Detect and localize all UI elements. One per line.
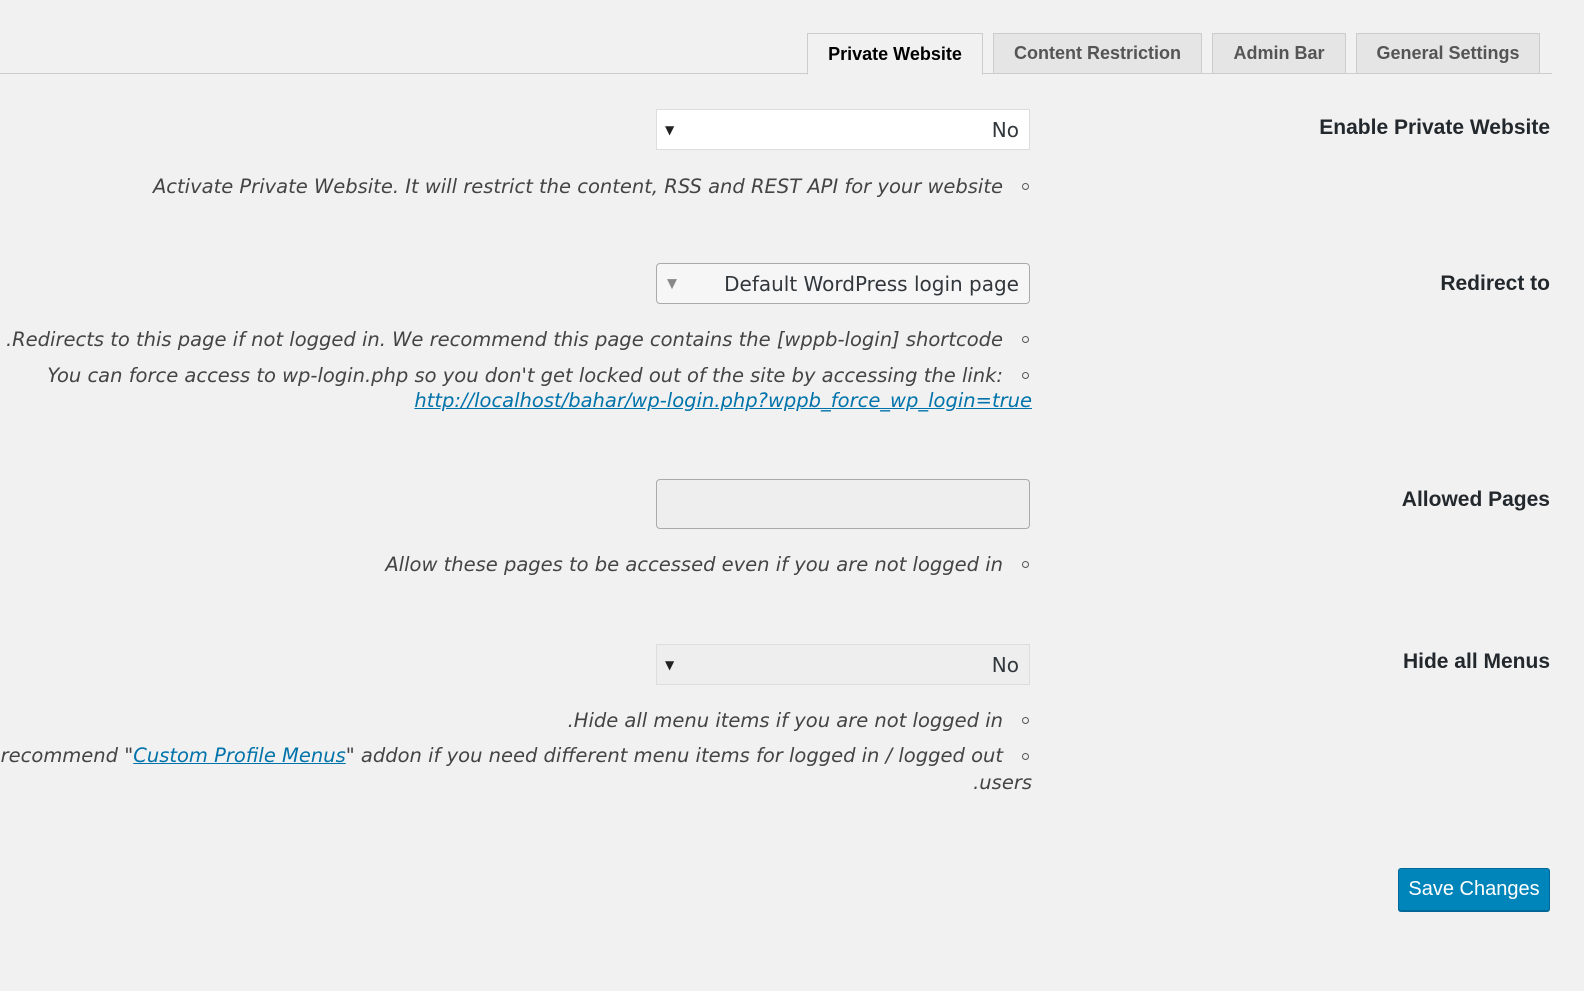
hide-menus-description: .Hide all menu items if you are not logg…: [567, 709, 1003, 732]
tab-private-website[interactable]: Private Website: [807, 33, 983, 75]
tab-admin-bar[interactable]: Admin Bar: [1212, 33, 1346, 73]
hide-menus-value: No: [991, 652, 1019, 677]
allowed-pages-description: Allow these pages to be accessed even if…: [385, 553, 1003, 576]
dropdown-arrow-icon: ▼: [665, 122, 675, 137]
custom-menus-recommendation: We recommend "Custom Profile Menus" addo…: [0, 742, 1003, 769]
allowed-pages-select[interactable]: [656, 479, 1030, 529]
allowed-pages-label: Allowed Pages: [1401, 488, 1550, 511]
enable-private-website-description: Activate Private Website. It will restri…: [152, 175, 1003, 198]
force-login-description: You can force access to wp-login.php so …: [47, 364, 1003, 387]
dropdown-arrow-icon: ▼: [665, 657, 675, 672]
bullet-icon: [1022, 717, 1029, 724]
bullet-icon: [1022, 753, 1029, 760]
hide-menus-select[interactable]: ▼ No: [656, 644, 1030, 685]
tabs-divider: [0, 73, 1552, 74]
tab-general-settings[interactable]: General Settings: [1356, 33, 1540, 73]
hide-menus-label: Hide all Menus: [1402, 650, 1550, 673]
bullet-icon: [1022, 561, 1029, 568]
enable-private-website-value: No: [991, 117, 1019, 142]
recommendation-suffix: " addon if you need different menu items…: [345, 744, 1003, 767]
dropdown-arrow-icon: ▼: [667, 276, 677, 291]
tab-content-restriction[interactable]: Content Restriction: [993, 33, 1202, 73]
redirect-to-value: Default WordPress login page: [724, 271, 1019, 296]
bullet-icon: [1022, 336, 1029, 343]
enable-private-website-select[interactable]: ▼ No: [656, 109, 1030, 150]
enable-private-website-label: Enable Private Website: [1319, 116, 1550, 139]
redirect-to-label: Redirect to: [1440, 272, 1550, 295]
recommendation-prefix: We recommend ": [0, 744, 134, 767]
bullet-icon: [1022, 183, 1029, 190]
custom-profile-menus-link[interactable]: Custom Profile Menus: [133, 744, 346, 767]
save-changes-button[interactable]: Save Changes: [1398, 868, 1550, 911]
bullet-icon: [1022, 372, 1029, 379]
redirect-to-description: .Redirects to this page if not logged in…: [5, 328, 1003, 351]
redirect-to-select[interactable]: ▼ Default WordPress login page: [656, 263, 1030, 304]
force-login-link-line: http://localhost/bahar/wp-login.php?wppb…: [414, 389, 1032, 412]
recommendation-tail: .users: [973, 771, 1032, 794]
force-login-link[interactable]: http://localhost/bahar/wp-login.php?wppb…: [414, 389, 1032, 412]
